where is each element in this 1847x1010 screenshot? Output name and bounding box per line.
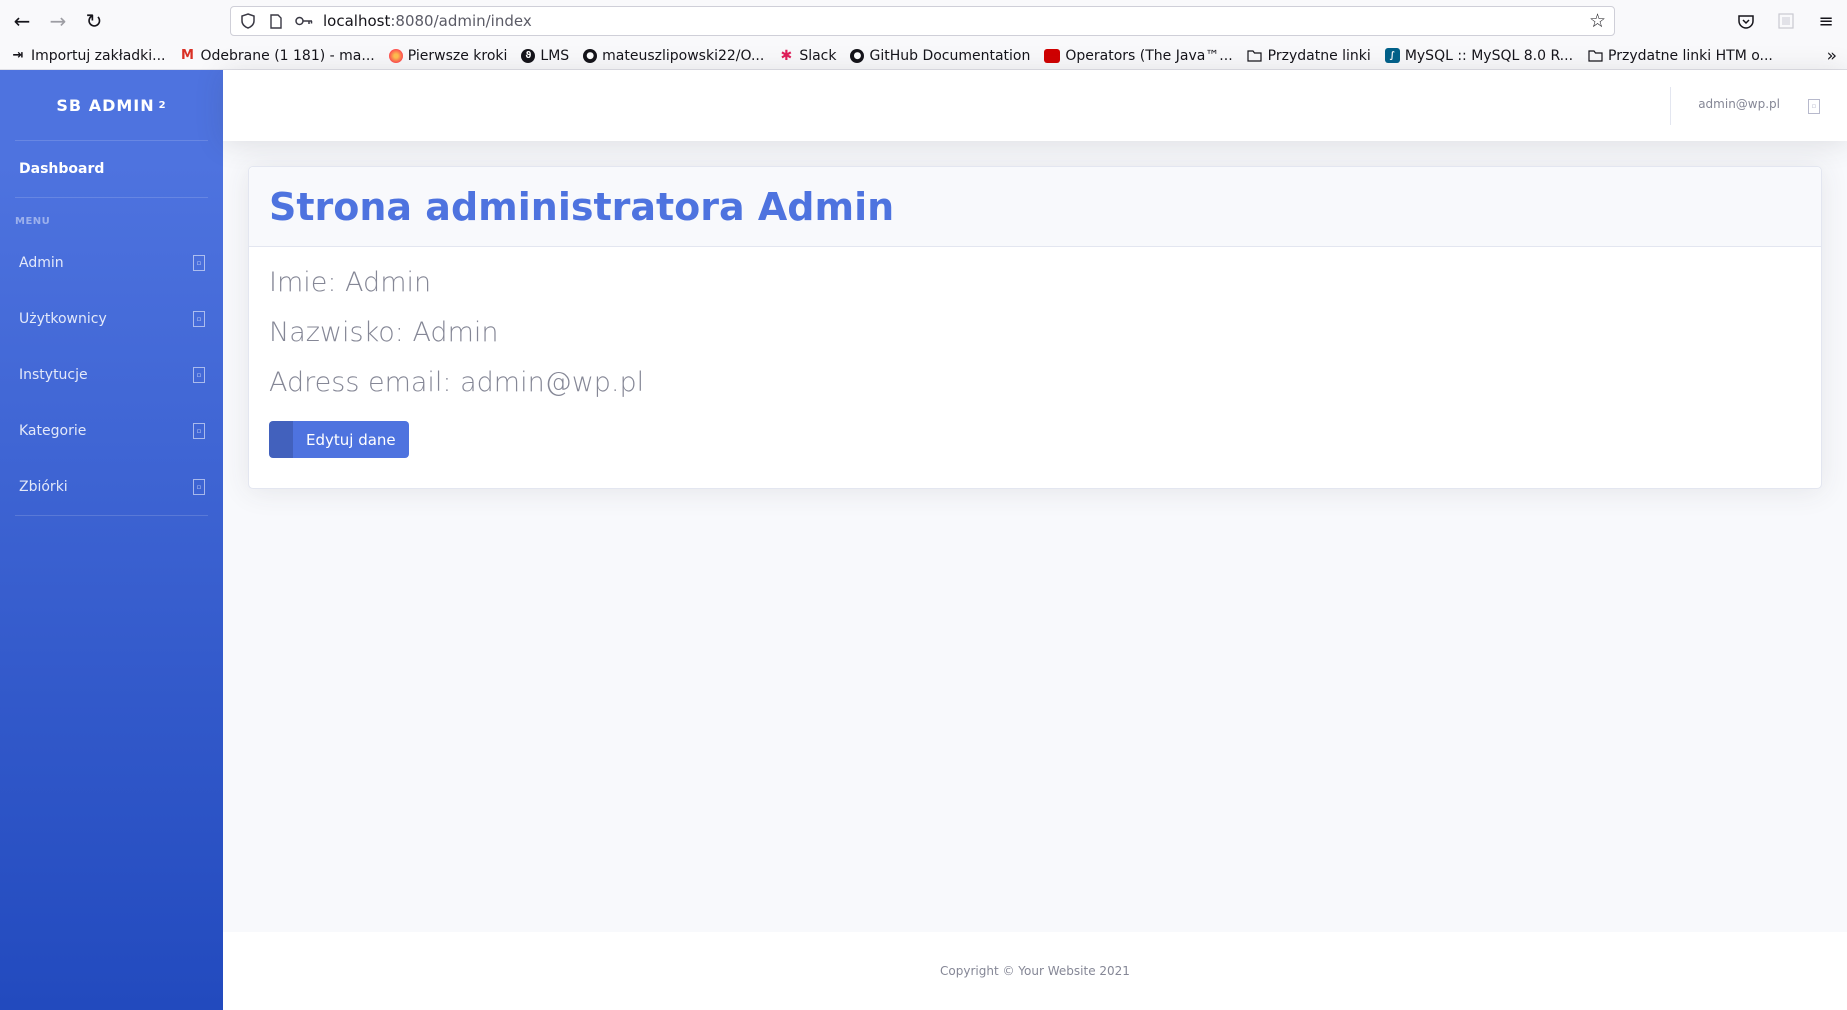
edit-data-button[interactable]: Edytuj dane bbox=[269, 421, 409, 458]
broken-image-icon: ▫ bbox=[193, 367, 205, 383]
oracle-icon bbox=[1044, 48, 1061, 63]
chevron-right-double-icon[interactable]: » bbox=[1827, 46, 1837, 66]
reload-icon[interactable]: ↻ bbox=[76, 3, 112, 39]
toolbar-right: ≡ bbox=[1733, 8, 1839, 34]
bookmark-label: Przydatne linki HTM o... bbox=[1608, 47, 1773, 64]
sidebar-item-institutions[interactable]: Instytucje ▫ bbox=[0, 347, 223, 403]
broken-image-icon: ▫ bbox=[193, 423, 205, 439]
sidebar-divider bbox=[15, 515, 208, 516]
bookmark-folder-html[interactable]: Przydatne linki HTM o... bbox=[1587, 48, 1773, 64]
sidebar-brand[interactable]: SB ADMIN 2 bbox=[0, 70, 223, 140]
bookmark-label: Operators (The Java™... bbox=[1065, 47, 1233, 64]
bookmark-label: mateuszlipowski22/O... bbox=[602, 47, 765, 64]
bookmark-mysql[interactable]: ∫ MySQL :: MySQL 8.0 R... bbox=[1384, 47, 1574, 64]
bookmark-star-icon[interactable]: ☆ bbox=[1589, 10, 1606, 32]
key-icon[interactable] bbox=[293, 10, 315, 32]
bookmark-lms[interactable]: ϑ LMS bbox=[521, 48, 569, 64]
bookmark-label: LMS bbox=[540, 47, 570, 64]
sidebar-item-label: Zbiórki bbox=[19, 479, 68, 495]
bookmark-label: Odebrane (1 181) - ma... bbox=[200, 47, 375, 64]
sidebar-item-label: Użytkownicy bbox=[19, 311, 107, 327]
copyright-text: Copyright © Your Website 2021 bbox=[940, 964, 1130, 978]
url-text[interactable]: localhost:8080/admin/index bbox=[323, 12, 532, 30]
broken-image-icon: ▫ bbox=[193, 255, 205, 271]
topbar-divider bbox=[1670, 87, 1671, 125]
bookmark-gmail[interactable]: M Odebrane (1 181) - ma... bbox=[180, 48, 375, 64]
bookmark-label: GitHub Documentation bbox=[869, 47, 1031, 64]
extension-icon[interactable] bbox=[1773, 8, 1799, 34]
sidebar: SB ADMIN 2 Dashboard MENU Admin ▫ Użytkow… bbox=[0, 70, 223, 1010]
sidebar-item-label: Dashboard bbox=[19, 161, 105, 177]
card-body: Imie: Admin Nazwisko: Admin Adress email… bbox=[249, 247, 1821, 482]
shield-icon[interactable] bbox=[237, 10, 259, 32]
broken-image-icon: ▫ bbox=[193, 479, 205, 495]
sidebar-item-label: Admin bbox=[19, 255, 64, 271]
brand-sup: 2 bbox=[158, 99, 167, 111]
bookmark-label: Importuj zakładki... bbox=[31, 47, 166, 64]
address-bar[interactable]: localhost:8080/admin/index ☆ bbox=[230, 6, 1615, 36]
footer: Copyright © Your Website 2021 bbox=[223, 932, 1847, 1010]
browser-toolbar: ← → ↻ localhost:8080/admin/index ☆ ≡ bbox=[0, 0, 1847, 42]
sidebar-item-admin[interactable]: Admin ▫ bbox=[0, 235, 223, 291]
bookmark-import[interactable]: ⇥ Importuj zakładki... bbox=[10, 48, 166, 64]
bookmark-label: Slack bbox=[799, 47, 837, 64]
bookmark-label: Pierwsze kroki bbox=[407, 47, 508, 64]
page-icon bbox=[265, 10, 287, 32]
sidebar-heading: MENU bbox=[15, 216, 51, 227]
sidebar-item-categories[interactable]: Kategorie ▫ bbox=[0, 403, 223, 459]
gmail-icon: M bbox=[181, 48, 194, 63]
github-icon: ● bbox=[583, 48, 598, 63]
first-name-line: Imie: Admin bbox=[269, 267, 432, 298]
bookmark-github-docs[interactable]: ● GitHub Documentation bbox=[850, 48, 1030, 64]
folder-icon bbox=[1247, 48, 1263, 64]
back-arrow-icon[interactable]: ← bbox=[4, 3, 40, 39]
sidebar-item-label: Instytucje bbox=[19, 367, 88, 383]
sidebar-item-dashboard[interactable]: Dashboard bbox=[0, 141, 223, 197]
bookmarks-bar: ⇥ Importuj zakładki... M Odebrane (1 181… bbox=[0, 42, 1847, 70]
broken-image-icon: ▫ bbox=[193, 311, 205, 327]
avatar[interactable]: ▫ bbox=[1805, 90, 1823, 122]
bookmark-firefox[interactable]: Pierwsze kroki bbox=[388, 47, 508, 64]
url-host: localhost bbox=[323, 12, 391, 30]
pocket-icon[interactable] bbox=[1733, 8, 1759, 34]
mysql-icon: ∫ bbox=[1384, 48, 1400, 63]
menu-hamburger-icon[interactable]: ≡ bbox=[1813, 8, 1839, 34]
slack-icon: ✱ bbox=[780, 47, 793, 64]
user-email[interactable]: admin@wp.pl bbox=[1698, 97, 1780, 111]
broken-image-icon: ▫ bbox=[1808, 98, 1820, 114]
bookmark-label: Przydatne linki bbox=[1267, 47, 1371, 64]
card-header: Strona administratora Admin bbox=[249, 167, 1821, 247]
page-title: Strona administratora Admin bbox=[269, 184, 895, 229]
github-icon: ● bbox=[850, 48, 865, 63]
edit-button-label: Edytuj dane bbox=[306, 430, 396, 449]
sidebar-item-collections[interactable]: Zbiórki ▫ bbox=[0, 459, 223, 515]
firefox-icon bbox=[388, 48, 403, 63]
admin-card: Strona administratora Admin Imie: Admin … bbox=[248, 166, 1822, 489]
sidebar-item-label: Kategorie bbox=[19, 423, 87, 439]
forward-arrow-icon[interactable]: → bbox=[40, 3, 76, 39]
brand-text: SB ADMIN bbox=[56, 95, 155, 115]
edit-icon bbox=[269, 421, 293, 458]
bookmark-github-repo[interactable]: ● mateuszlipowski22/O... bbox=[583, 48, 764, 64]
sidebar-item-users[interactable]: Użytkownicy ▫ bbox=[0, 291, 223, 347]
bookmark-slack[interactable]: ✱ Slack bbox=[778, 48, 836, 64]
url-path: :8080/admin/index bbox=[390, 12, 532, 30]
bookmark-oracle[interactable]: Operators (The Java™... bbox=[1044, 47, 1233, 64]
last-name-line: Nazwisko: Admin bbox=[269, 317, 499, 348]
topbar: admin@wp.pl ▫ bbox=[223, 70, 1847, 141]
import-icon: ⇥ bbox=[12, 48, 24, 63]
email-line: Adress email: admin@wp.pl bbox=[269, 367, 645, 398]
folder-icon bbox=[1587, 48, 1603, 64]
bookmark-label: MySQL :: MySQL 8.0 R... bbox=[1404, 47, 1574, 64]
bookmark-folder-links[interactable]: Przydatne linki bbox=[1247, 48, 1371, 64]
lms-icon: ϑ bbox=[521, 48, 536, 63]
